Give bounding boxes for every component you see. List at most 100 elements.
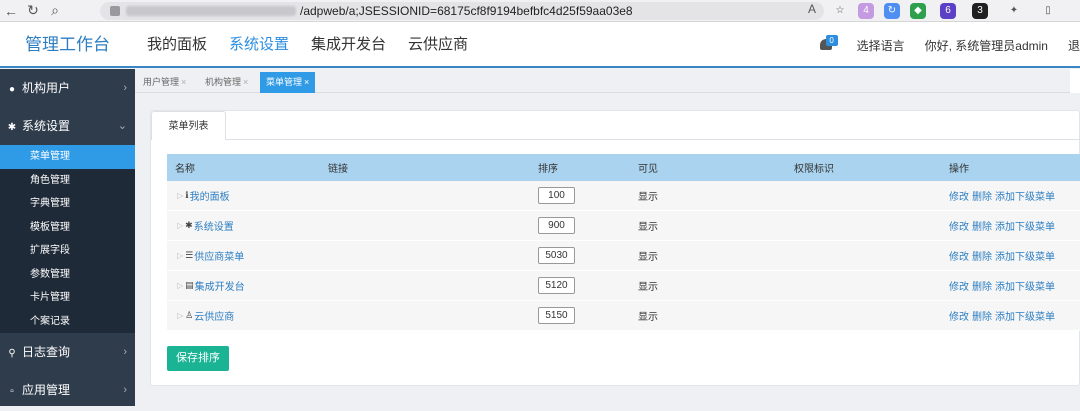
delete-link[interactable]: 删除 bbox=[972, 222, 992, 233]
notification-bell-icon[interactable]: 0 bbox=[817, 35, 838, 55]
edit-link[interactable]: 修改 bbox=[949, 252, 969, 263]
order-input[interactable]: 5150 bbox=[538, 307, 575, 324]
sidebar-item-extended-fields[interactable]: 扩展字段 bbox=[0, 239, 135, 263]
row-actions: 修改 删除 添加下级菜单 bbox=[949, 278, 1080, 293]
extension-icon[interactable]: 3 bbox=[972, 3, 988, 19]
chevron-right-icon: › bbox=[123, 82, 127, 94]
browser-toolbar: ← ↻ ⌕ /adpweb/a;JSESSIONID=68175cf8f9194… bbox=[0, 0, 1080, 22]
sidebar-group-org-users[interactable]: ● 机构用户 › bbox=[0, 69, 135, 107]
app-header: 管理工作台 我的面板 系统设置 集成开发台 云供应商 0 选择语言 你好, 系统… bbox=[0, 22, 1080, 68]
reader-mode-icon[interactable]: A bbox=[808, 2, 816, 16]
column-header-link: 链接 bbox=[328, 164, 348, 175]
column-header-visible: 可见 bbox=[638, 164, 658, 175]
add-child-menu-link[interactable]: 添加下级菜单 bbox=[995, 282, 1055, 293]
sidebar-item-parameters[interactable]: 参数管理 bbox=[0, 262, 135, 286]
expand-arrow-icon[interactable]: ▷ bbox=[177, 311, 183, 320]
brand-title[interactable]: 管理工作台 bbox=[0, 22, 135, 68]
search-icon[interactable]: ⌕ bbox=[44, 2, 66, 19]
search-icon: ⚲ bbox=[8, 348, 16, 359]
extension-icon[interactable]: ◆ bbox=[910, 3, 926, 19]
user-greeting[interactable]: 你好, 系统管理员admin bbox=[925, 37, 1048, 54]
star-icon[interactable]: ☆ bbox=[832, 3, 848, 19]
row-name-cell: ▷ ℹ 我的面板 bbox=[167, 188, 328, 203]
expand-arrow-icon[interactable]: ▷ bbox=[177, 221, 183, 230]
table-row: ▷ ℹ 我的面板 100 显示 修改 删除 添加下级菜单 bbox=[167, 181, 1080, 211]
logout-link[interactable]: 退 bbox=[1068, 37, 1080, 54]
sidebar-toggle-icon[interactable]: ▯ bbox=[1040, 3, 1056, 19]
tab-scroll-right[interactable] bbox=[1070, 69, 1080, 93]
close-icon[interactable]: × bbox=[243, 77, 248, 87]
menu-name-link[interactable]: 供应商菜单 bbox=[194, 248, 244, 263]
sidebar-item-dictionary[interactable]: 字典管理 bbox=[0, 192, 135, 216]
menu-name-link[interactable]: 我的面板 bbox=[190, 188, 230, 203]
info-icon: ℹ bbox=[185, 190, 189, 200]
add-child-menu-link[interactable]: 添加下级菜单 bbox=[995, 222, 1055, 233]
reload-icon[interactable]: ↻ bbox=[22, 2, 44, 19]
add-child-menu-link[interactable]: 添加下级菜单 bbox=[995, 312, 1055, 323]
column-header-permission: 权限标识 bbox=[794, 164, 834, 175]
notification-count: 0 bbox=[825, 35, 838, 46]
table-row: ▷ ☰ 供应商菜单 5030 显示 修改 删除 添加下级菜单 bbox=[167, 241, 1080, 271]
topnav-dashboard[interactable]: 我的面板 bbox=[147, 22, 207, 68]
expand-arrow-icon[interactable]: ▷ bbox=[177, 191, 183, 200]
tab-org-management[interactable]: 机构管理 × bbox=[205, 72, 248, 93]
save-order-button[interactable]: 保存排序 bbox=[167, 346, 229, 371]
edit-link[interactable]: 修改 bbox=[949, 282, 969, 293]
row-name-cell: ▷ ▤ 集成开发台 bbox=[167, 278, 328, 293]
sidebar-item-menu-management[interactable]: 菜单管理 bbox=[0, 145, 135, 169]
address-bar[interactable]: /adpweb/a;JSESSIONID=68175cf8f9194befbfc… bbox=[100, 2, 824, 20]
topnav-cloud-supplier[interactable]: 云供应商 bbox=[408, 22, 468, 68]
row-actions: 修改 删除 添加下级菜单 bbox=[949, 308, 1080, 323]
extension-icon[interactable]: 6 bbox=[940, 3, 956, 19]
sidebar-item-case-records[interactable]: 个案记录 bbox=[0, 309, 135, 333]
extension-icon[interactable]: 4 bbox=[858, 3, 874, 19]
divider bbox=[226, 139, 1080, 140]
menu-table: 名称 链接 排序 可见 权限标识 操作 ▷ ℹ 我的面板 100 显示 修改 删除… bbox=[167, 154, 1080, 331]
topnav-system-settings[interactable]: 系统设置 bbox=[229, 22, 289, 68]
sidebar-group-app-management[interactable]: ▫ 应用管理 › bbox=[0, 371, 135, 409]
expand-arrow-icon[interactable]: ▷ bbox=[177, 251, 183, 260]
order-input[interactable]: 5120 bbox=[538, 277, 575, 294]
tab-user-management[interactable]: 用户管理 × bbox=[143, 72, 186, 93]
list-alt-icon: ▤ bbox=[185, 280, 194, 290]
delete-link[interactable]: 删除 bbox=[972, 282, 992, 293]
sidebar-group-log-query[interactable]: ⚲ 日志查询 › bbox=[0, 333, 135, 371]
menu-list-panel: 菜单列表 名称 链接 排序 可见 权限标识 操作 ▷ ℹ 我的面板 100 显示… bbox=[150, 110, 1080, 386]
row-visible-cell: 显示 bbox=[638, 252, 658, 263]
page-tabs: 用户管理 × 机构管理 × 菜单管理 × bbox=[135, 69, 1080, 93]
expand-arrow-icon[interactable]: ▷ bbox=[177, 281, 183, 290]
delete-link[interactable]: 删除 bbox=[972, 252, 992, 263]
menu-name-link[interactable]: 系统设置 bbox=[194, 218, 234, 233]
delete-link[interactable]: 删除 bbox=[972, 312, 992, 323]
row-order-cell: 900 bbox=[538, 217, 638, 234]
sidebar-group-system-settings[interactable]: ✱ 系统设置 ⌄ bbox=[0, 107, 135, 145]
sidebar-item-cards[interactable]: 卡片管理 bbox=[0, 286, 135, 310]
sidebar-item-role-management[interactable]: 角色管理 bbox=[0, 168, 135, 192]
edit-link[interactable]: 修改 bbox=[949, 312, 969, 323]
tab-label: 机构管理 bbox=[205, 77, 242, 87]
user-icon: ♙ bbox=[185, 310, 194, 320]
language-selector[interactable]: 选择语言 bbox=[857, 37, 905, 54]
order-input[interactable]: 100 bbox=[538, 187, 575, 204]
puzzle-icon[interactable]: ✦ bbox=[1006, 3, 1022, 19]
add-child-menu-link[interactable]: 添加下级菜单 bbox=[995, 192, 1055, 203]
delete-link[interactable]: 删除 bbox=[972, 192, 992, 203]
order-input[interactable]: 5030 bbox=[538, 247, 575, 264]
edit-link[interactable]: 修改 bbox=[949, 222, 969, 233]
edit-link[interactable]: 修改 bbox=[949, 192, 969, 203]
menu-name-link[interactable]: 集成开发台 bbox=[195, 278, 245, 293]
tab-menu-management[interactable]: 菜单管理 × bbox=[260, 72, 316, 93]
close-icon[interactable]: × bbox=[181, 77, 186, 87]
row-name-cell: ▷ ♙ 云供应商 bbox=[167, 308, 328, 323]
menu-name-link[interactable]: 云供应商 bbox=[194, 308, 234, 323]
row-actions: 修改 删除 添加下级菜单 bbox=[949, 188, 1080, 203]
order-input[interactable]: 900 bbox=[538, 217, 575, 234]
row-name-cell: ▷ ☰ 供应商菜单 bbox=[167, 248, 328, 263]
topnav-integration[interactable]: 集成开发台 bbox=[311, 22, 386, 68]
back-arrow-icon[interactable]: ← bbox=[0, 3, 22, 19]
close-icon[interactable]: × bbox=[304, 77, 309, 87]
extension-icon[interactable]: ↻ bbox=[884, 3, 900, 19]
add-child-menu-link[interactable]: 添加下级菜单 bbox=[995, 252, 1055, 263]
tab-menu-list[interactable]: 菜单列表 bbox=[151, 111, 226, 140]
sidebar-item-template[interactable]: 模板管理 bbox=[0, 215, 135, 239]
